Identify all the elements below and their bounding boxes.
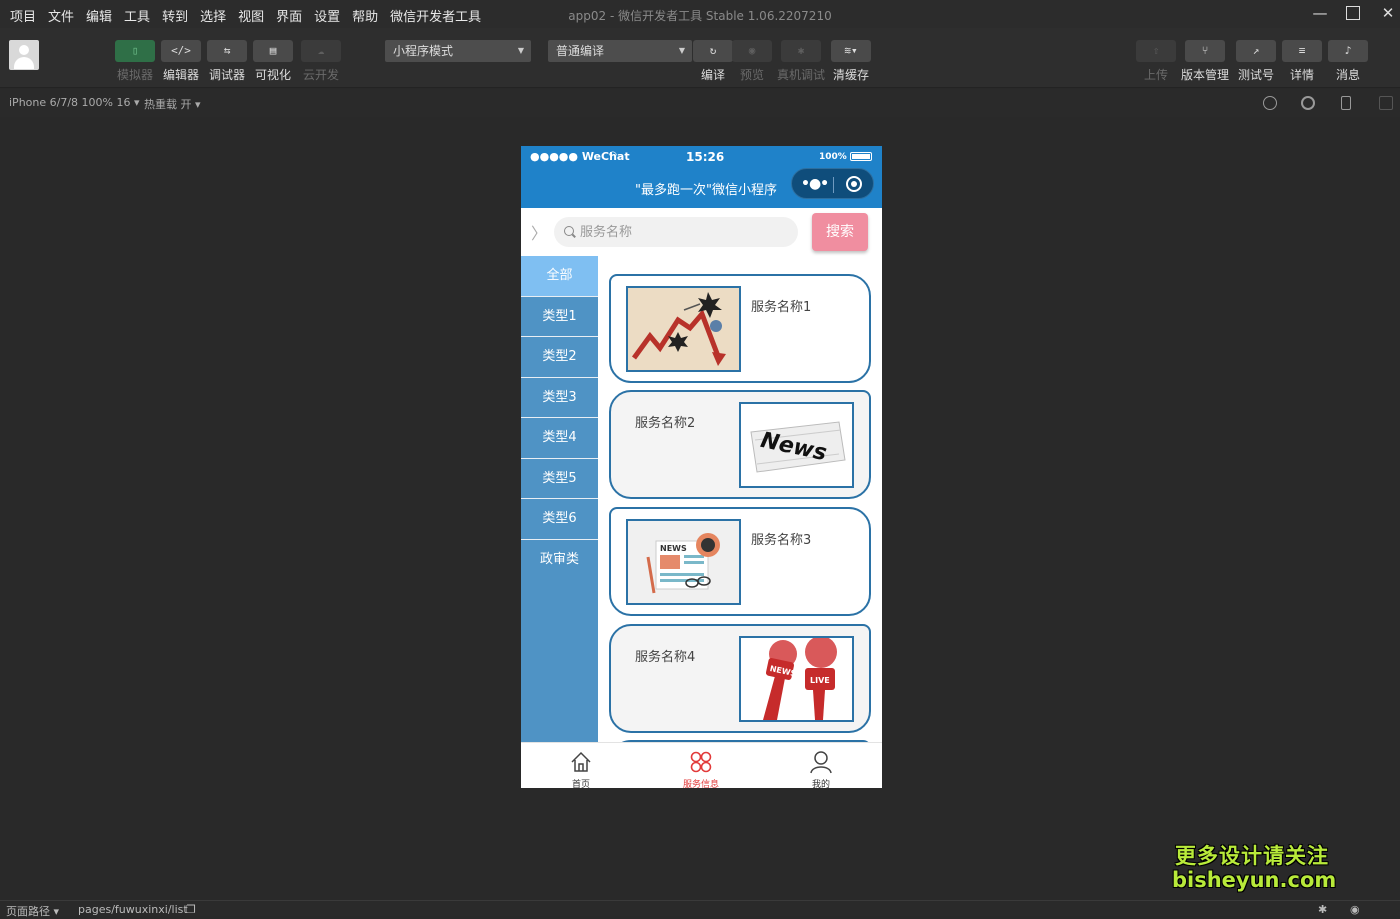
service-name: 服务名称2 [635,416,696,431]
service-name: 服务名称3 [751,533,812,548]
eye-icon[interactable]: ◉ [1350,903,1360,916]
code-icon: </> [161,40,201,62]
svg-text:LIVE: LIVE [810,676,830,685]
copy-icon[interactable]: ❐ [186,903,196,916]
close-icon[interactable]: ✕ [1380,5,1396,21]
mode-select[interactable]: 小程序模式 ▼ [385,40,531,62]
record-icon[interactable] [1301,96,1315,110]
service-card[interactable]: NEWS 服务名称3 [609,507,871,616]
page-path: pages/fuwuxinxi/list [78,903,188,916]
category-type6[interactable]: 类型6 [521,499,598,540]
clear-cache-button[interactable]: ≋▾ 清缓存 [831,40,871,83]
upload-button[interactable]: ⇧ 上传 [1136,40,1176,83]
details-button[interactable]: ≡ 详情 [1282,40,1322,83]
svg-text:NEWS: NEWS [660,544,687,553]
service-card[interactable]: 服务名称2 News [609,390,871,499]
search-icon [564,226,574,236]
category-type5[interactable]: 类型5 [521,459,598,499]
close-miniprogram-icon[interactable] [846,176,862,192]
search-box[interactable] [554,217,798,247]
search-button[interactable]: 搜索 [812,213,868,251]
nav-bar: ●●●●● WeChat ◠ 15:26 100% "最多跑一次"微信小程序 •… [521,146,882,208]
tab-service-info[interactable]: 服务信息 [641,743,761,788]
remote-debug-button[interactable]: ✱ 真机调试 [777,40,825,83]
category-type2[interactable]: 类型2 [521,337,598,378]
service-name: 服务名称4 [635,650,696,665]
bell-icon: ♪ [1328,40,1368,62]
category-sidebar: 全部 类型1 类型2 类型3 类型4 类型5 类型6 政审类 [521,256,598,742]
page-title: "最多跑一次"微信小程序 [635,183,777,198]
messages-button[interactable]: ♪ 消息 [1328,40,1368,83]
service-name: 服务名称1 [751,300,812,315]
cloud-icon: ☁ [301,40,341,62]
menu-lines-icon: ≡ [1282,40,1322,62]
phone-icon: ▯ [115,40,155,62]
chevron-down-icon: ▼ [517,46,524,55]
tab-bar: 首页 服务信息 我的 [521,742,882,788]
tab-mine[interactable]: 我的 [761,743,881,788]
service-card[interactable]: 服务名称1 [609,274,871,383]
toolbar: ▯ 模拟器 </> 编辑器 ⇆ 调试器 ▤ 可视化 ☁ 云开发 小程序模式 ▼ 普… [0,28,1400,88]
device-select[interactable]: iPhone 6/7/8 100% 16 ▾ [9,96,140,109]
debug-icon: ⇆ [207,40,247,62]
upload-icon: ⇧ [1136,40,1176,62]
visual-button[interactable]: ▤ 可视化 [253,40,293,83]
search-input[interactable] [580,217,790,247]
category-political[interactable]: 政审类 [521,540,598,581]
layout-icon: ▤ [253,40,293,62]
page-path-label[interactable]: 页面路径 ▾ [6,903,59,919]
external-link-icon: ↗ [1236,40,1276,62]
compile-select[interactable]: 普通编译 ▼ [548,40,692,62]
user-icon [810,751,832,774]
battery-icon [850,152,872,161]
rotate-icon[interactable] [1263,96,1277,110]
card-image: NEWS LIVE [739,636,854,722]
minimize-icon[interactable]: — [1312,5,1328,21]
window-title: app02 - 微信开发者工具 Stable 1.06.2207210 [568,9,832,23]
category-type4[interactable]: 类型4 [521,418,598,459]
category-type3[interactable]: 类型3 [521,378,598,418]
eye-icon: ◉ [732,40,772,62]
bug-icon: ✱ [781,40,821,62]
card-image: News [739,402,854,488]
menu-bar: 项目 文件 编辑 工具 转到 选择 视图 界面 设置 帮助 微信开发者工具 ap… [0,0,1400,28]
service-card[interactable]: 服务名称4 NEWS LIVE [609,624,871,733]
status-time: 15:26 [686,150,725,164]
more-icon[interactable]: •●• [801,176,829,192]
version-button[interactable]: ⑂ 版本管理 [1181,40,1229,83]
tab-home[interactable]: 首页 [521,743,641,788]
cloud-button[interactable]: ☁ 云开发 [301,40,341,83]
wifi-icon: ◠ [609,150,617,161]
search-row: 〉 搜索 [521,208,882,256]
avatar[interactable] [9,40,39,70]
test-account-button[interactable]: ↗ 测试号 [1236,40,1276,83]
bug-icon[interactable]: ✱ [1318,903,1327,916]
hot-reload-toggle[interactable]: 热重载 开 ▾ [144,96,201,112]
service-icon [690,751,712,773]
maximize-icon[interactable] [1346,6,1360,20]
status-battery-text: 100% [819,152,847,162]
debugger-button[interactable]: ⇆ 调试器 [207,40,247,83]
branch-icon: ⑂ [1185,40,1225,62]
simulator-subbar: iPhone 6/7/8 100% 16 ▾ 热重载 开 ▾ [0,89,1400,117]
refresh-icon: ↻ [693,40,733,62]
preview-button[interactable]: ◉ 预览 [732,40,772,83]
window-icon[interactable] [1379,96,1393,110]
device-icon[interactable] [1341,96,1351,110]
capsule-menu[interactable]: •●• [791,168,874,199]
category-all[interactable]: 全部 [521,256,598,297]
category-type1[interactable]: 类型1 [521,297,598,337]
card-image [626,286,741,372]
card-image: NEWS [626,519,741,605]
service-list: 服务名称1 服务名称2 News NEWS 服务名称3 服务名称4 NEWS L… [598,256,882,742]
status-bar: 页面路径 ▾ pages/fuwuxinxi/list ❐ ✱ ◉ [0,900,1400,919]
watermark: 更多设计请关注 bisheyun.com [1172,844,1337,892]
home-icon [571,751,591,772]
chevron-down-icon: ▼ [678,46,685,55]
layers-icon: ≋▾ [831,40,871,62]
simulator-button[interactable]: ▯ 模拟器 [115,40,155,83]
phone-simulator: ●●●●● WeChat ◠ 15:26 100% "最多跑一次"微信小程序 •… [521,146,882,788]
chevron-right-icon[interactable]: 〉 [531,220,547,244]
editor-button[interactable]: </> 编辑器 [161,40,201,83]
